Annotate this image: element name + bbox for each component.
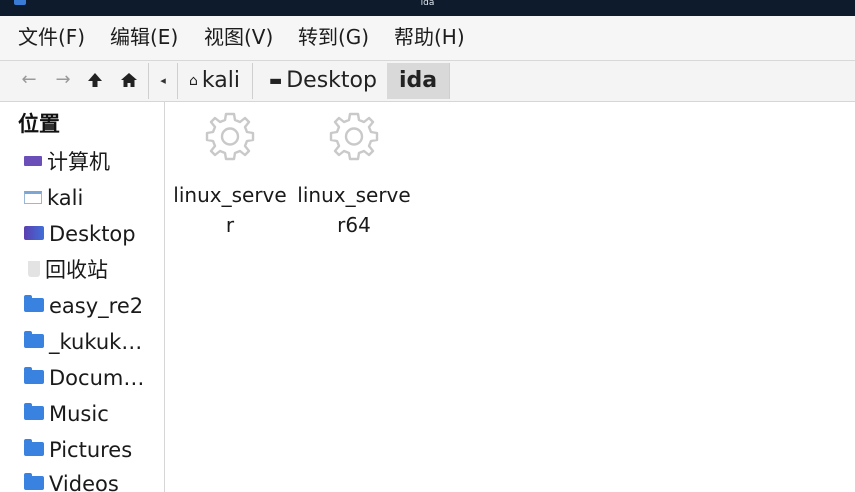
window-title: ida [420,0,435,8]
sidebar-item-kali[interactable]: kali [24,182,162,214]
up-icon[interactable] [84,69,106,91]
file-item-linux-server64[interactable]: linux_server64 [295,110,413,240]
sidebar-item-kukuk[interactable]: _kukuk… [24,326,162,358]
sidebar: 位置 计算机 kali Desktop 回收站 easy_re2 _kukuk…… [0,102,165,492]
gear-icon [329,112,379,161]
sidebar-heading: 位置 [18,112,60,136]
home-folder-icon [24,190,42,204]
trash-icon [28,261,40,277]
file-item-linux-server[interactable]: linux_server [171,110,289,240]
sidebar-item-label: easy_re2 [49,294,144,318]
sidebar-item-label: _kukuk… [49,330,143,354]
drive-icon [24,156,42,166]
desktop-icon [24,226,44,240]
forward-icon[interactable]: → [52,69,74,91]
menubar: 文件(F) 编辑(E) 视图(V) 转到(G) 帮助(H) [0,16,855,61]
sidebar-item-label: 计算机 [47,150,110,174]
sidebar-item-videos[interactable]: Videos [24,468,162,492]
up-arrow-icon [88,73,102,87]
desktop-icon: ▬ [269,73,283,89]
breadcrumb: ◂ ⌂ kali ▬ Desktop ida [148,63,855,99]
menu-go[interactable]: 转到(G) [298,23,369,51]
sidebar-item-pictures[interactable]: Pictures [24,434,162,466]
sidebar-item-computer[interactable]: 计算机 [24,146,162,178]
window-titlebar: ida [0,0,855,16]
home-icon: ⌂ [189,73,198,89]
folder-icon [24,473,44,490]
breadcrumb-kali[interactable]: ⌂ kali [179,63,253,99]
sidebar-item-trash[interactable]: 回收站 [24,254,162,286]
breadcrumb-scroll-left-icon[interactable]: ◂ [149,63,178,99]
sidebar-item-easy-re2[interactable]: easy_re2 [24,290,162,322]
sidebar-item-documents[interactable]: Docum… [24,362,162,394]
back-icon[interactable]: ← [18,69,40,91]
sidebar-item-desktop[interactable]: Desktop [24,218,162,250]
file-view: linux_server linux_server64 [165,102,855,492]
house-icon [121,73,137,87]
folder-icon [24,367,44,384]
file-name: linux_server [173,183,287,237]
folder-icon [24,403,44,420]
breadcrumb-desktop-label: Desktop [286,68,377,93]
menu-edit[interactable]: 编辑(E) [110,23,178,51]
sidebar-item-label: Docum… [49,366,145,390]
sidebar-item-label: Pictures [49,438,133,462]
gear-icon [205,112,255,161]
sidebar-item-label: 回收站 [45,258,108,282]
sidebar-item-label: kali [47,186,84,210]
sidebar-item-label: Music [49,402,109,426]
folder-icon [24,331,44,348]
menu-file[interactable]: 文件(F) [18,23,85,51]
menu-help[interactable]: 帮助(H) [394,23,465,51]
breadcrumb-ida[interactable]: ida [387,63,451,99]
folder-icon [24,439,44,456]
sidebar-item-music[interactable]: Music [24,398,162,430]
sidebar-item-label: Videos [49,472,119,492]
breadcrumb-desktop[interactable]: ▬ Desktop [259,63,390,99]
file-name: linux_server64 [297,183,411,237]
breadcrumb-kali-label: kali [201,68,240,93]
toolbar: ← → ◂ ⌂ kali ▬ Desktop ida [0,61,855,102]
sidebar-item-label: Desktop [49,222,136,246]
folder-icon [24,295,44,312]
home-icon[interactable] [118,69,140,91]
menu-view[interactable]: 视图(V) [204,23,273,51]
